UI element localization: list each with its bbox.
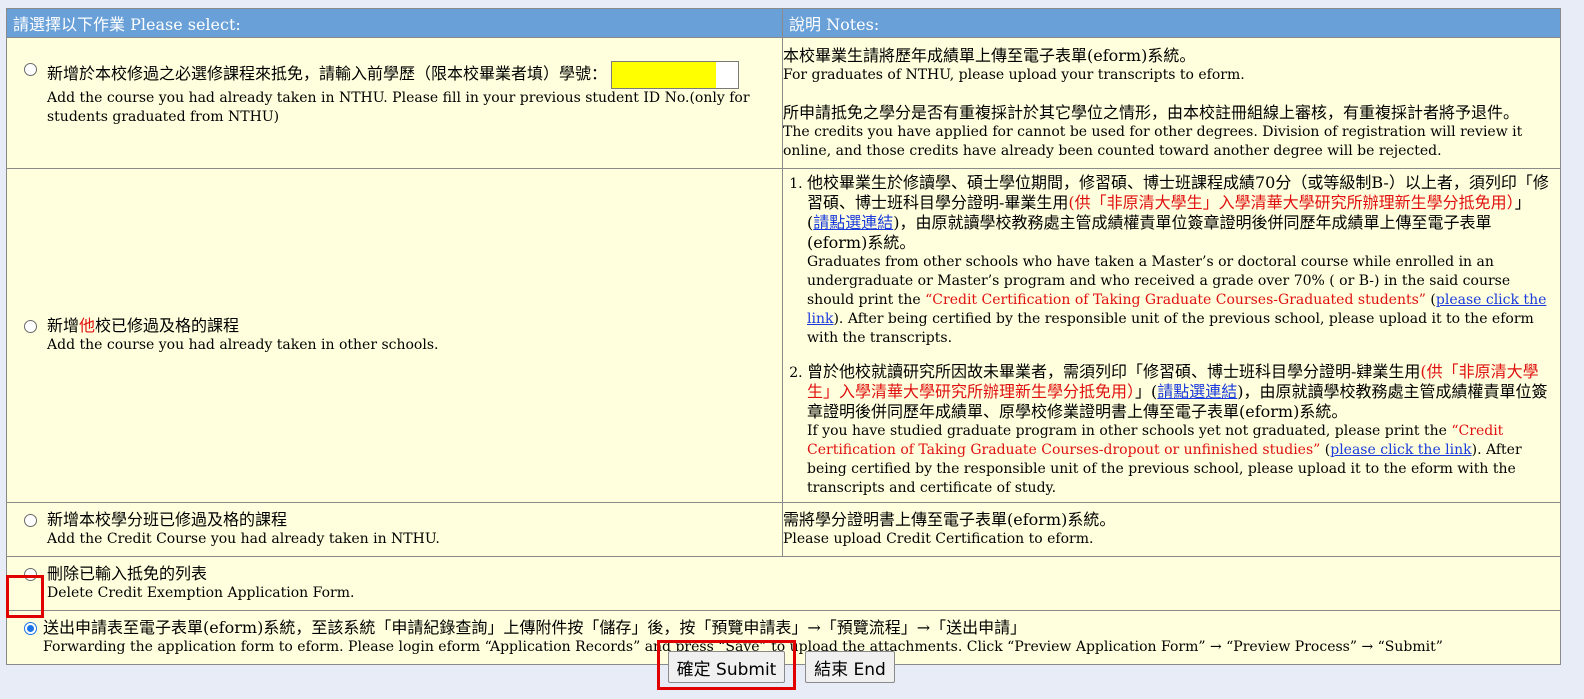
option-delete-cell: 刪除已輸入抵免的列表 Delete Credit Exemption Appli… [6, 556, 1561, 611]
note-dropout-zh-b: 」( [1135, 382, 1158, 401]
note-graduated-en-red: “Credit Certification of Taking Graduate… [925, 292, 1426, 308]
note-graduated-en-b: ( [1425, 292, 1436, 308]
note-transcript-en: For graduates of NTHU, please upload you… [783, 66, 1245, 83]
option-nthu-course-en: Add the course you had already taken in … [47, 90, 750, 125]
radio-credit-course[interactable] [24, 514, 37, 527]
submit-button[interactable]: 確定 Submit [668, 651, 785, 683]
note-graduated-zh-red: (供「非原清大學生」入學清華大學研究所辦理新生學分抵免用） [1068, 193, 1515, 212]
note-dropout-en-a: If you have studied graduate program in … [807, 423, 1452, 439]
notes-header: 說明 Notes: [782, 8, 1561, 38]
option-nthu-course-zh: 新增於本校修過之必選修課程來抵免，請輸入前學歷（限本校畢業者填）學號： [47, 64, 608, 83]
option-nthu-course-cell: 新增於本校修過之必選修課程來抵免，請輸入前學歷（限本校畢業者填）學號： Add … [6, 37, 783, 169]
credit-exemption-table: 請選擇以下作業 Please select: 說明 Notes: 新增於本校修過… [6, 8, 1561, 665]
option-forward-zh: 送出申請表至電子表單(eform)系統，至該系統「申請紀錄查詢」上傳附件按「儲存… [43, 618, 1027, 637]
note-transcript-zh: 本校畢業生請將歷年成績單上傳至電子表單(eform)系統。 [783, 45, 1196, 65]
note-credit-zh: 需將學分證明書上傳至電子表單(eform)系統。 [783, 510, 1116, 529]
note-graduated-en-c: ). After being certified by the responsi… [807, 311, 1534, 346]
option-delete-en: Delete Credit Exemption Application Form… [47, 585, 355, 601]
notes-other-school-list: 他校畢業生於修讀學、碩士學位期間，修習碩、博士班課程成績70分（或等級制B-）以… [783, 169, 1560, 502]
radio-forward[interactable] [24, 622, 37, 635]
note-graduated-item: 他校畢業生於修讀學、碩士學位期間，修習碩、博士班課程成績70分（或等級制B-）以… [807, 173, 1550, 348]
notes-nthu-course: 本校畢業生請將歷年成績單上傳至電子表單(eform)系統。 For gradua… [782, 37, 1561, 169]
option-other-school-zh-post: 校已修過及格的課程 [95, 316, 240, 335]
link-graduated-zh[interactable]: 請點選連結 [813, 213, 893, 232]
option-other-school-cell: 新增他校已修過及格的課程 Add the course you had alre… [6, 168, 783, 503]
link-dropout-en[interactable]: please click the link [1330, 442, 1471, 458]
note-duplicate-en: The credits you have applied for cannot … [783, 123, 1523, 159]
option-other-school-en: Add the course you had already taken in … [47, 337, 439, 353]
highlight-forward-radio [6, 575, 44, 618]
note-credit-en: Please upload Credit Certification to ef… [783, 531, 1094, 547]
option-credit-course-cell: 新增本校學分班已修過及格的課程 Add the Credit Course yo… [6, 502, 783, 557]
notes-credit-course: 需將學分證明書上傳至電子表單(eform)系統。 Please upload C… [782, 502, 1561, 557]
notes-other-school: 他校畢業生於修讀學、碩士學位期間，修習碩、博士班課程成績70分（或等級制B-）以… [782, 168, 1561, 503]
option-credit-course-en: Add the Credit Course you had already ta… [47, 531, 440, 547]
note-dropout-en-b: ( [1320, 442, 1331, 458]
note-dropout-zh-a: 曾於他校就讀研究所因故未畢業者，需須列印「修習碩、博士班科目學分證明-肄業生用 [807, 362, 1421, 381]
link-dropout-zh[interactable]: 請點選連結 [1157, 382, 1237, 401]
end-button[interactable]: 結束 End [805, 651, 895, 683]
select-header: 請選擇以下作業 Please select: [6, 8, 783, 38]
student-id-input[interactable] [611, 60, 740, 89]
radio-other-school[interactable] [24, 320, 37, 333]
note-duplicate-zh: 所申請抵免之學分是否有重複採計於其它學位之情形，由本校註冊組線上審核，有重複採計… [783, 102, 1520, 122]
note-graduated-zh-c: )，由原就讀學校教務處主管成績權責單位簽章證明後併同歷年成績單上傳至電子表單(e… [807, 213, 1492, 252]
option-other-school-zh-pre: 新增 [47, 316, 80, 335]
radio-nthu-course[interactable] [24, 63, 37, 76]
option-delete-zh: 刪除已輸入抵免的列表 [47, 564, 208, 583]
option-other-school-zh-red: 他 [79, 316, 96, 335]
note-dropout-item: 曾於他校就讀研究所因故未畢業者，需須列印「修習碩、博士班科目學分證明-肄業生用 (… [807, 362, 1550, 498]
option-credit-course-zh: 新增本校學分班已修過及格的課程 [47, 510, 288, 529]
